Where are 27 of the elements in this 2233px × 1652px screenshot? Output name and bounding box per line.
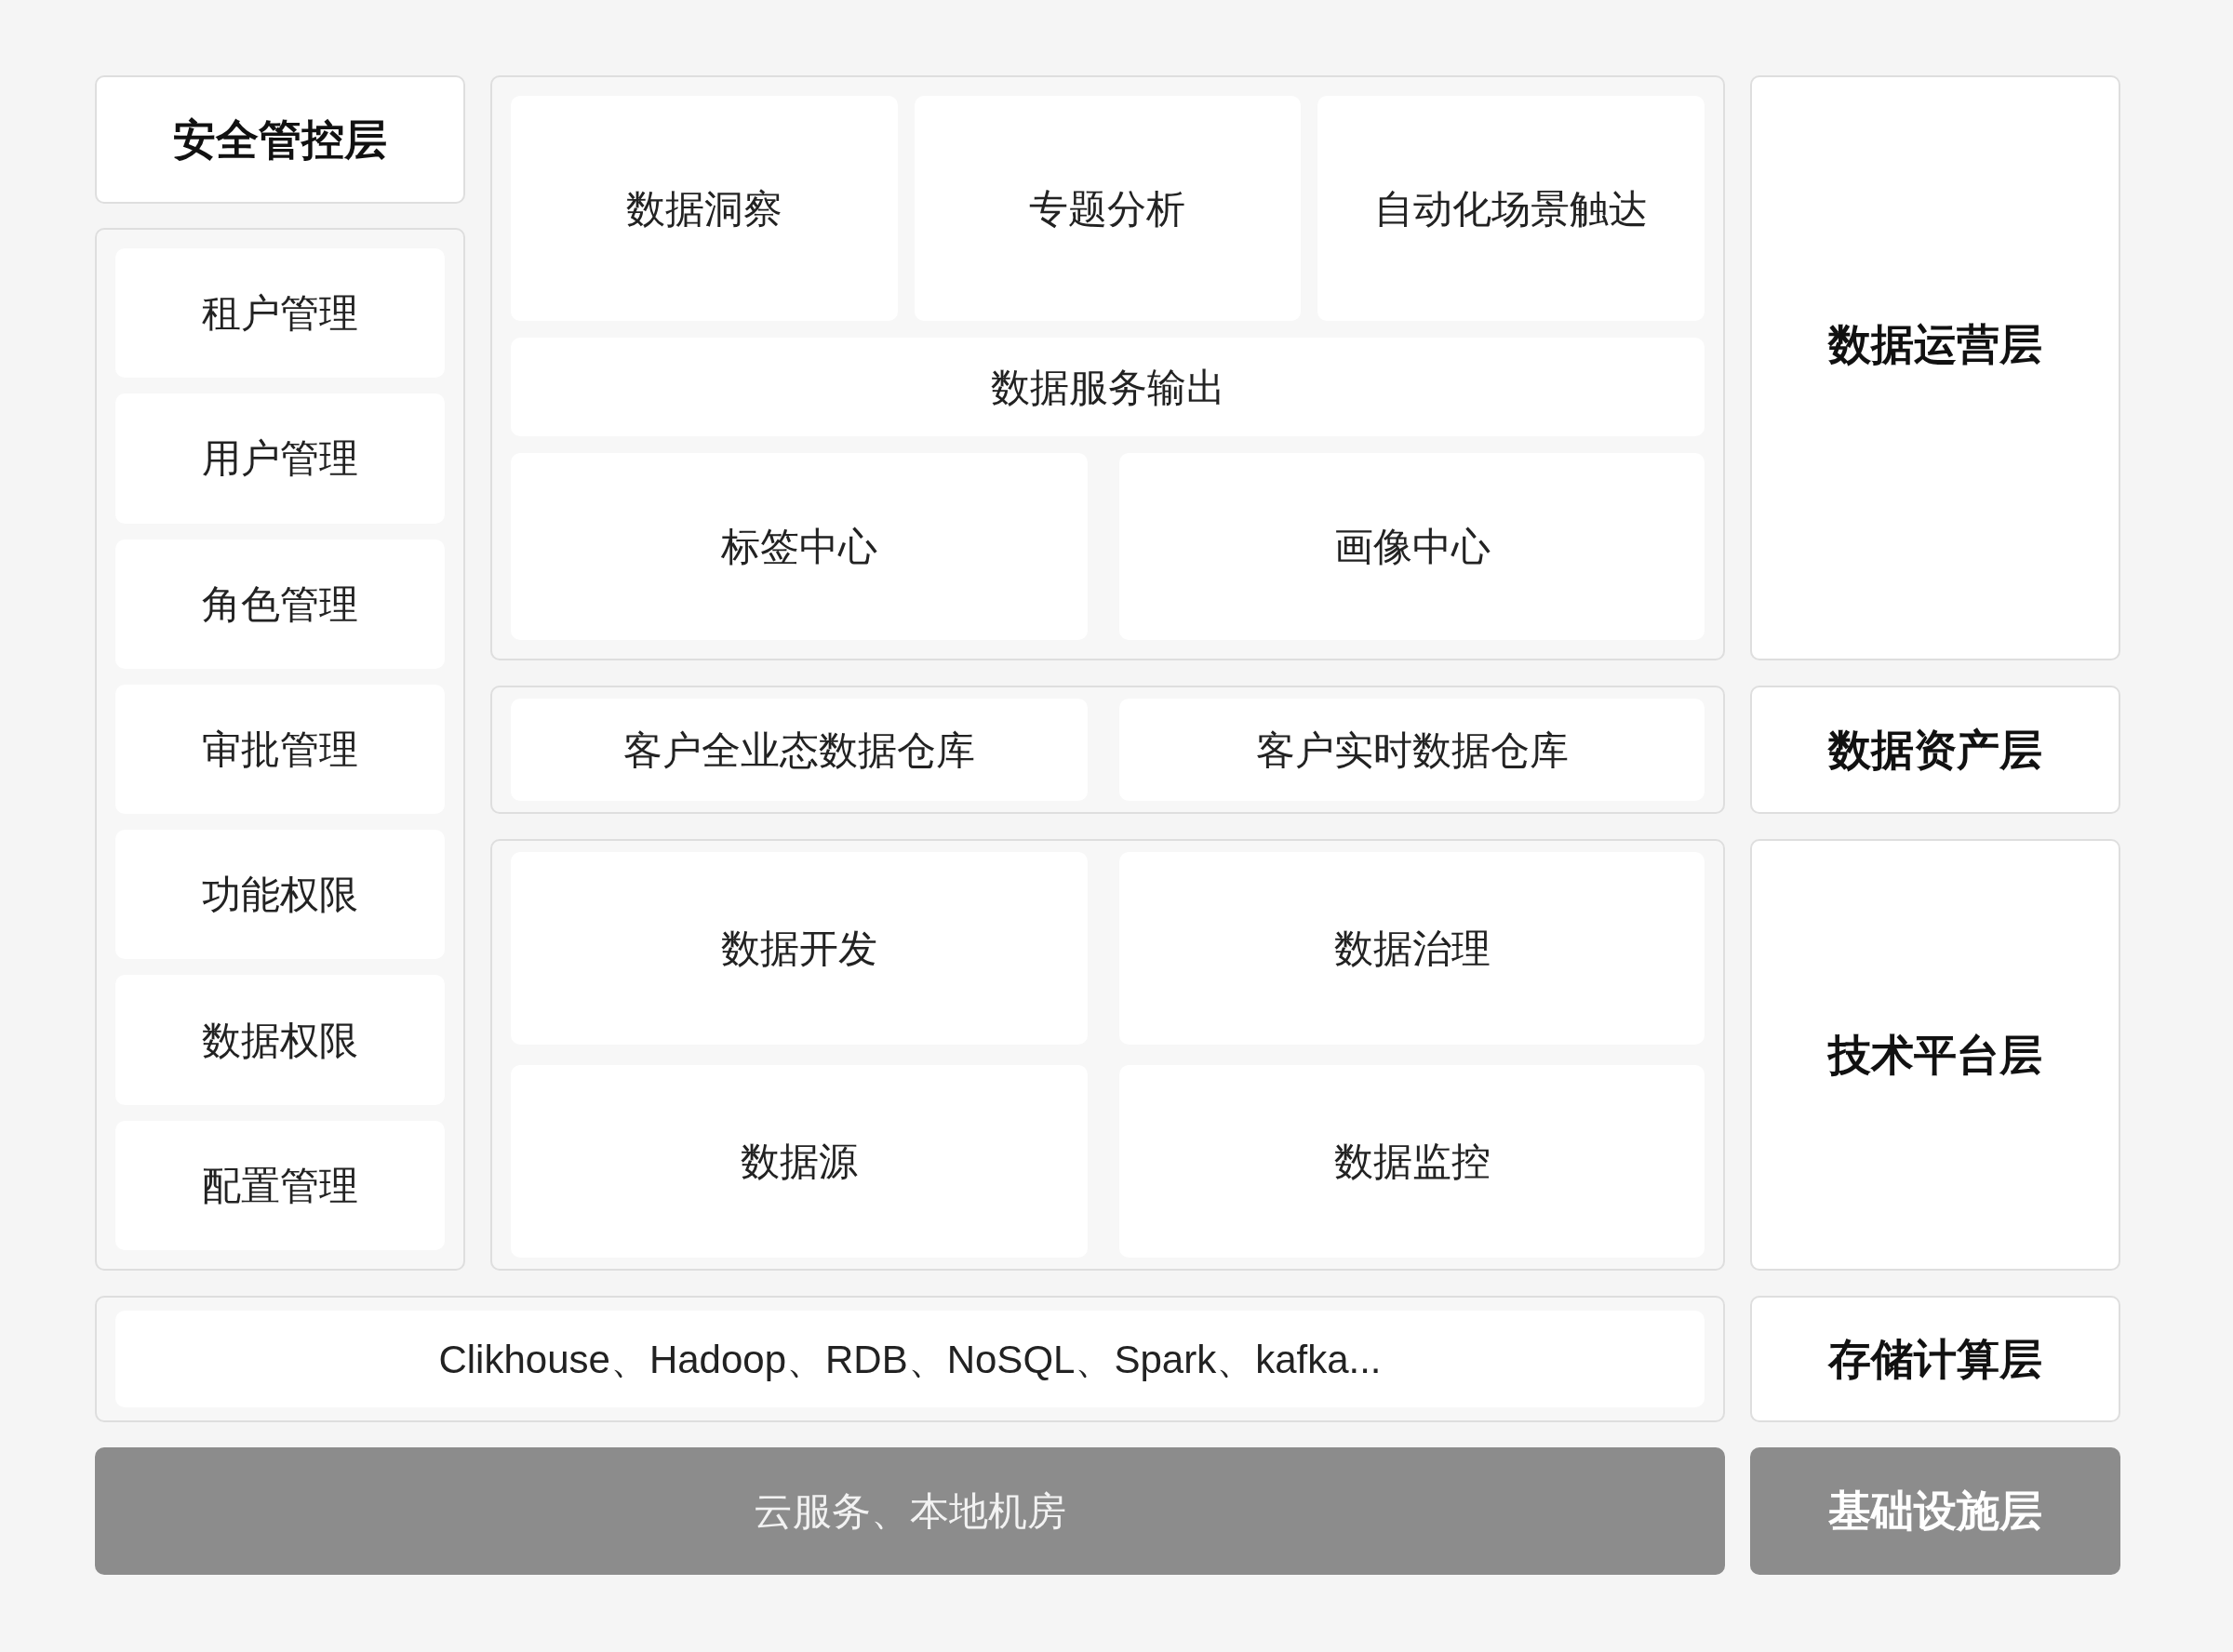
service-output-bar: 数据服务输出 (511, 338, 1705, 436)
layer-label: 数据资产层 (1750, 686, 2120, 814)
platform-module: 数据源 (511, 1065, 1088, 1258)
layer-label: 技术平台层 (1750, 839, 2120, 1271)
security-module: 功能权限 (115, 830, 445, 960)
security-module: 租户管理 (115, 248, 445, 379)
security-module: 用户管理 (115, 393, 445, 524)
warehouse-module: 客户实时数据仓库 (1119, 699, 1705, 801)
layer-label: 存储计算层 (1750, 1296, 2120, 1422)
center-module: 画像中心 (1119, 453, 1705, 640)
platform-module: 数据开发 (511, 852, 1088, 1045)
application-module: 专题分析 (914, 96, 1302, 321)
platform-module: 数据治理 (1119, 852, 1705, 1045)
center-module: 标签中心 (511, 453, 1088, 640)
application-module: 数据洞察 (511, 96, 898, 321)
storage-technologies: Clikhouse、Hadoop、RDB、NoSQL、Spark、kafka... (115, 1311, 1705, 1407)
layer-label: 数据运营层 (1750, 75, 2120, 660)
warehouse-module: 客户全业态数据仓库 (511, 699, 1088, 801)
application-module: 自动化场景触达 (1317, 96, 1705, 321)
infrastructure-bar: 云服务、本地机房 (95, 1447, 1725, 1575)
security-layer-label: 安全管控层 (95, 75, 465, 204)
security-module: 审批管理 (115, 684, 445, 815)
platform-module: 数据监控 (1119, 1065, 1705, 1258)
security-module: 配置管理 (115, 1120, 445, 1250)
security-module: 角色管理 (115, 539, 445, 669)
layer-label: 基础设施层 (1750, 1447, 2120, 1575)
security-module: 数据权限 (115, 975, 445, 1105)
